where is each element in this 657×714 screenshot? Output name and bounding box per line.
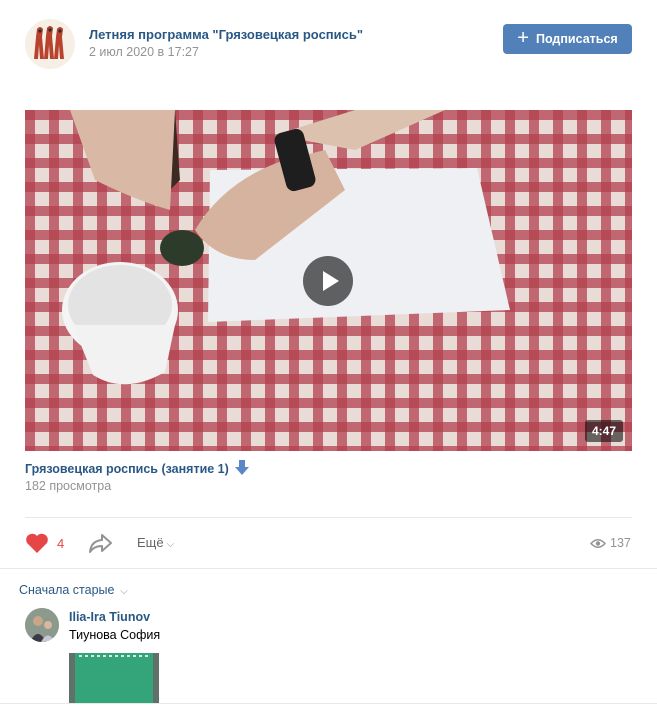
divider	[25, 517, 632, 518]
group-avatar[interactable]	[25, 19, 75, 69]
heart-icon	[26, 533, 48, 553]
more-button[interactable]: Ещё ⌵	[137, 535, 174, 550]
more-label: Ещё	[137, 535, 164, 550]
share-icon	[89, 534, 112, 553]
subscribe-label: Подписаться	[535, 32, 618, 46]
play-button[interactable]	[303, 256, 353, 306]
divider	[0, 568, 657, 569]
video-duration: 4:47	[585, 420, 624, 442]
comment-author-avatar[interactable]	[25, 608, 59, 642]
video-views: 182 просмотра	[25, 479, 112, 493]
views-count: 137	[610, 536, 631, 550]
download-arrow-icon[interactable]	[234, 460, 249, 478]
comment-photo[interactable]	[69, 653, 159, 704]
post-date[interactable]: 2 июл 2020 в 17:27	[89, 45, 199, 59]
comment-text: Тиунова София	[69, 628, 161, 642]
share-button[interactable]	[88, 532, 114, 559]
eye-icon	[590, 538, 606, 548]
video-title: Грязовецкая роспись (занятие 1)	[25, 462, 229, 476]
plus-icon: +	[517, 27, 529, 49]
comment-author-name[interactable]: Ilia-Ira Tiunov	[69, 610, 150, 624]
video-player[interactable]: 4:47	[25, 110, 632, 451]
like-count: 4	[57, 535, 65, 551]
video-title-link[interactable]: Грязовецкая роспись (занятие 1)	[25, 460, 249, 478]
divider	[0, 703, 657, 704]
chevron-down-icon: ⌵	[166, 539, 175, 550]
subscribe-button[interactable]: + Подписаться	[503, 24, 632, 54]
group-name-link[interactable]: Летняя программа "Грязовецкая роспись"	[89, 27, 363, 42]
views-counter: 137	[590, 536, 631, 550]
comments-sort-dropdown[interactable]: Сначала старые ⌵	[19, 583, 128, 597]
post-card: Летняя программа "Грязовецкая роспись" 2…	[0, 0, 657, 714]
chevron-down-icon: ⌵	[117, 586, 128, 597]
like-button[interactable]: 4	[25, 532, 64, 554]
sort-label: Сначала старые	[19, 583, 115, 597]
